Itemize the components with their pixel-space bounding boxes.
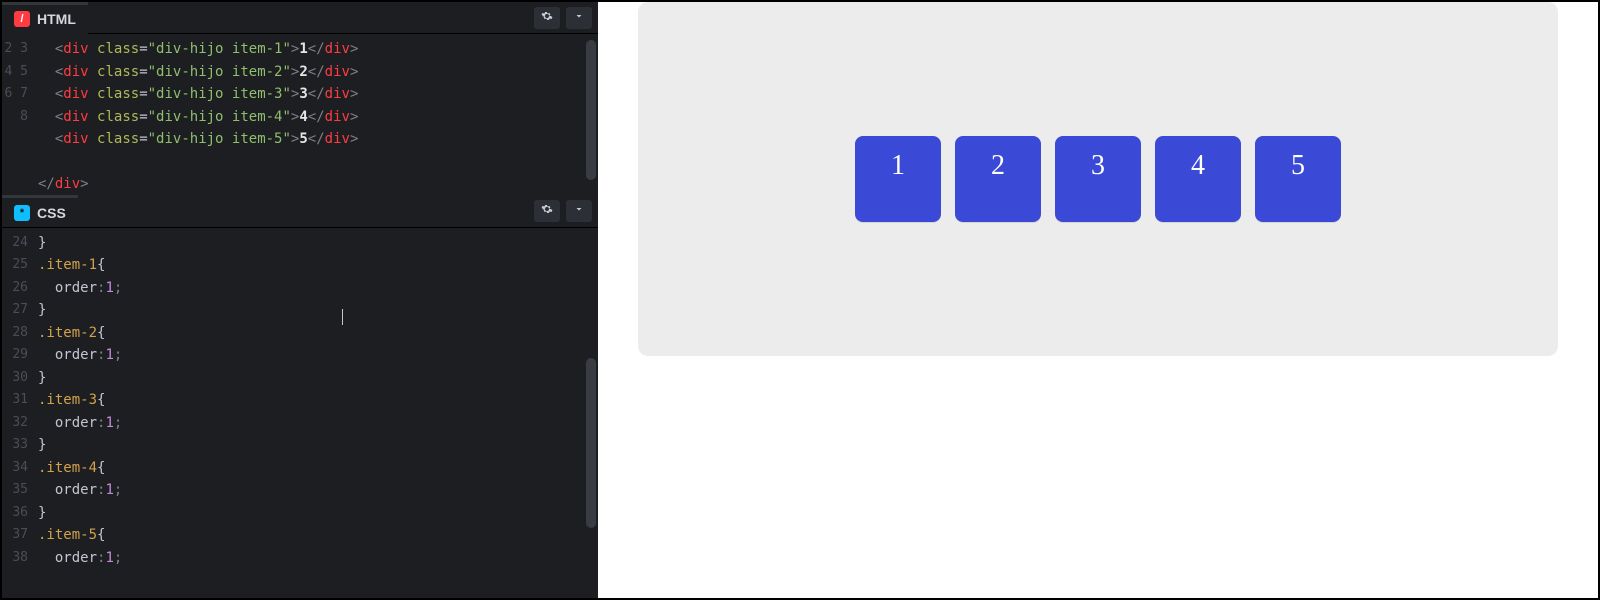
html-scrollbar[interactable] — [586, 40, 596, 180]
flex-item: 3 — [1055, 136, 1141, 222]
app-frame: / HTML 2 3 4 5 6 7 8 <div class=" — [0, 0, 1600, 600]
preview-card: 12345 — [638, 2, 1558, 356]
html-panel: / HTML 2 3 4 5 6 7 8 <div class=" — [2, 2, 598, 196]
css-panel-header: * CSS — [2, 196, 598, 228]
chevron-down-icon — [573, 202, 585, 220]
css-collapse-button[interactable] — [566, 200, 592, 222]
css-icon: * — [14, 205, 30, 221]
html-settings-button[interactable] — [534, 7, 560, 29]
text-cursor — [342, 306, 343, 329]
css-scrollbar[interactable] — [586, 358, 596, 528]
flex-item: 5 — [1255, 136, 1341, 222]
html-code-lines: <div class="div-hijo item-1">1</div> <di… — [38, 38, 598, 196]
flex-item: 1 — [855, 136, 941, 222]
html-code-editor[interactable]: 2 3 4 5 6 7 8 <div class="div-hijo item-… — [2, 34, 598, 196]
css-code-editor[interactable]: 24 25 26 27 28 29 30 31 32 33 34 35 36 3… — [2, 228, 598, 599]
css-code-lines: } .item-1{ order:1; } .item-2{ order:1; … — [38, 232, 598, 599]
preview-column: 12345 — [598, 2, 1598, 598]
css-settings-button[interactable] — [534, 200, 560, 222]
html-panel-header: / HTML — [2, 2, 598, 34]
flex-item: 2 — [955, 136, 1041, 222]
css-panel: * CSS 24 25 26 27 28 29 30 31 32 33 34 3… — [2, 196, 598, 599]
css-gutter: 24 25 26 27 28 29 30 31 32 33 34 35 36 3… — [2, 232, 38, 599]
html-icon: / — [14, 11, 30, 27]
css-tab[interactable]: * CSS — [2, 195, 78, 227]
chevron-down-icon — [573, 9, 585, 27]
html-tab-label: HTML — [37, 11, 76, 27]
html-gutter: 2 3 4 5 6 7 8 — [2, 38, 38, 196]
html-collapse-button[interactable] — [566, 7, 592, 29]
html-tab[interactable]: / HTML — [2, 2, 88, 34]
css-tab-label: CSS — [37, 205, 66, 221]
flex-container: 12345 — [855, 136, 1341, 222]
editor-column: / HTML 2 3 4 5 6 7 8 <div class=" — [2, 2, 598, 598]
gear-icon — [541, 202, 553, 220]
gear-icon — [541, 9, 553, 27]
flex-item: 4 — [1155, 136, 1241, 222]
